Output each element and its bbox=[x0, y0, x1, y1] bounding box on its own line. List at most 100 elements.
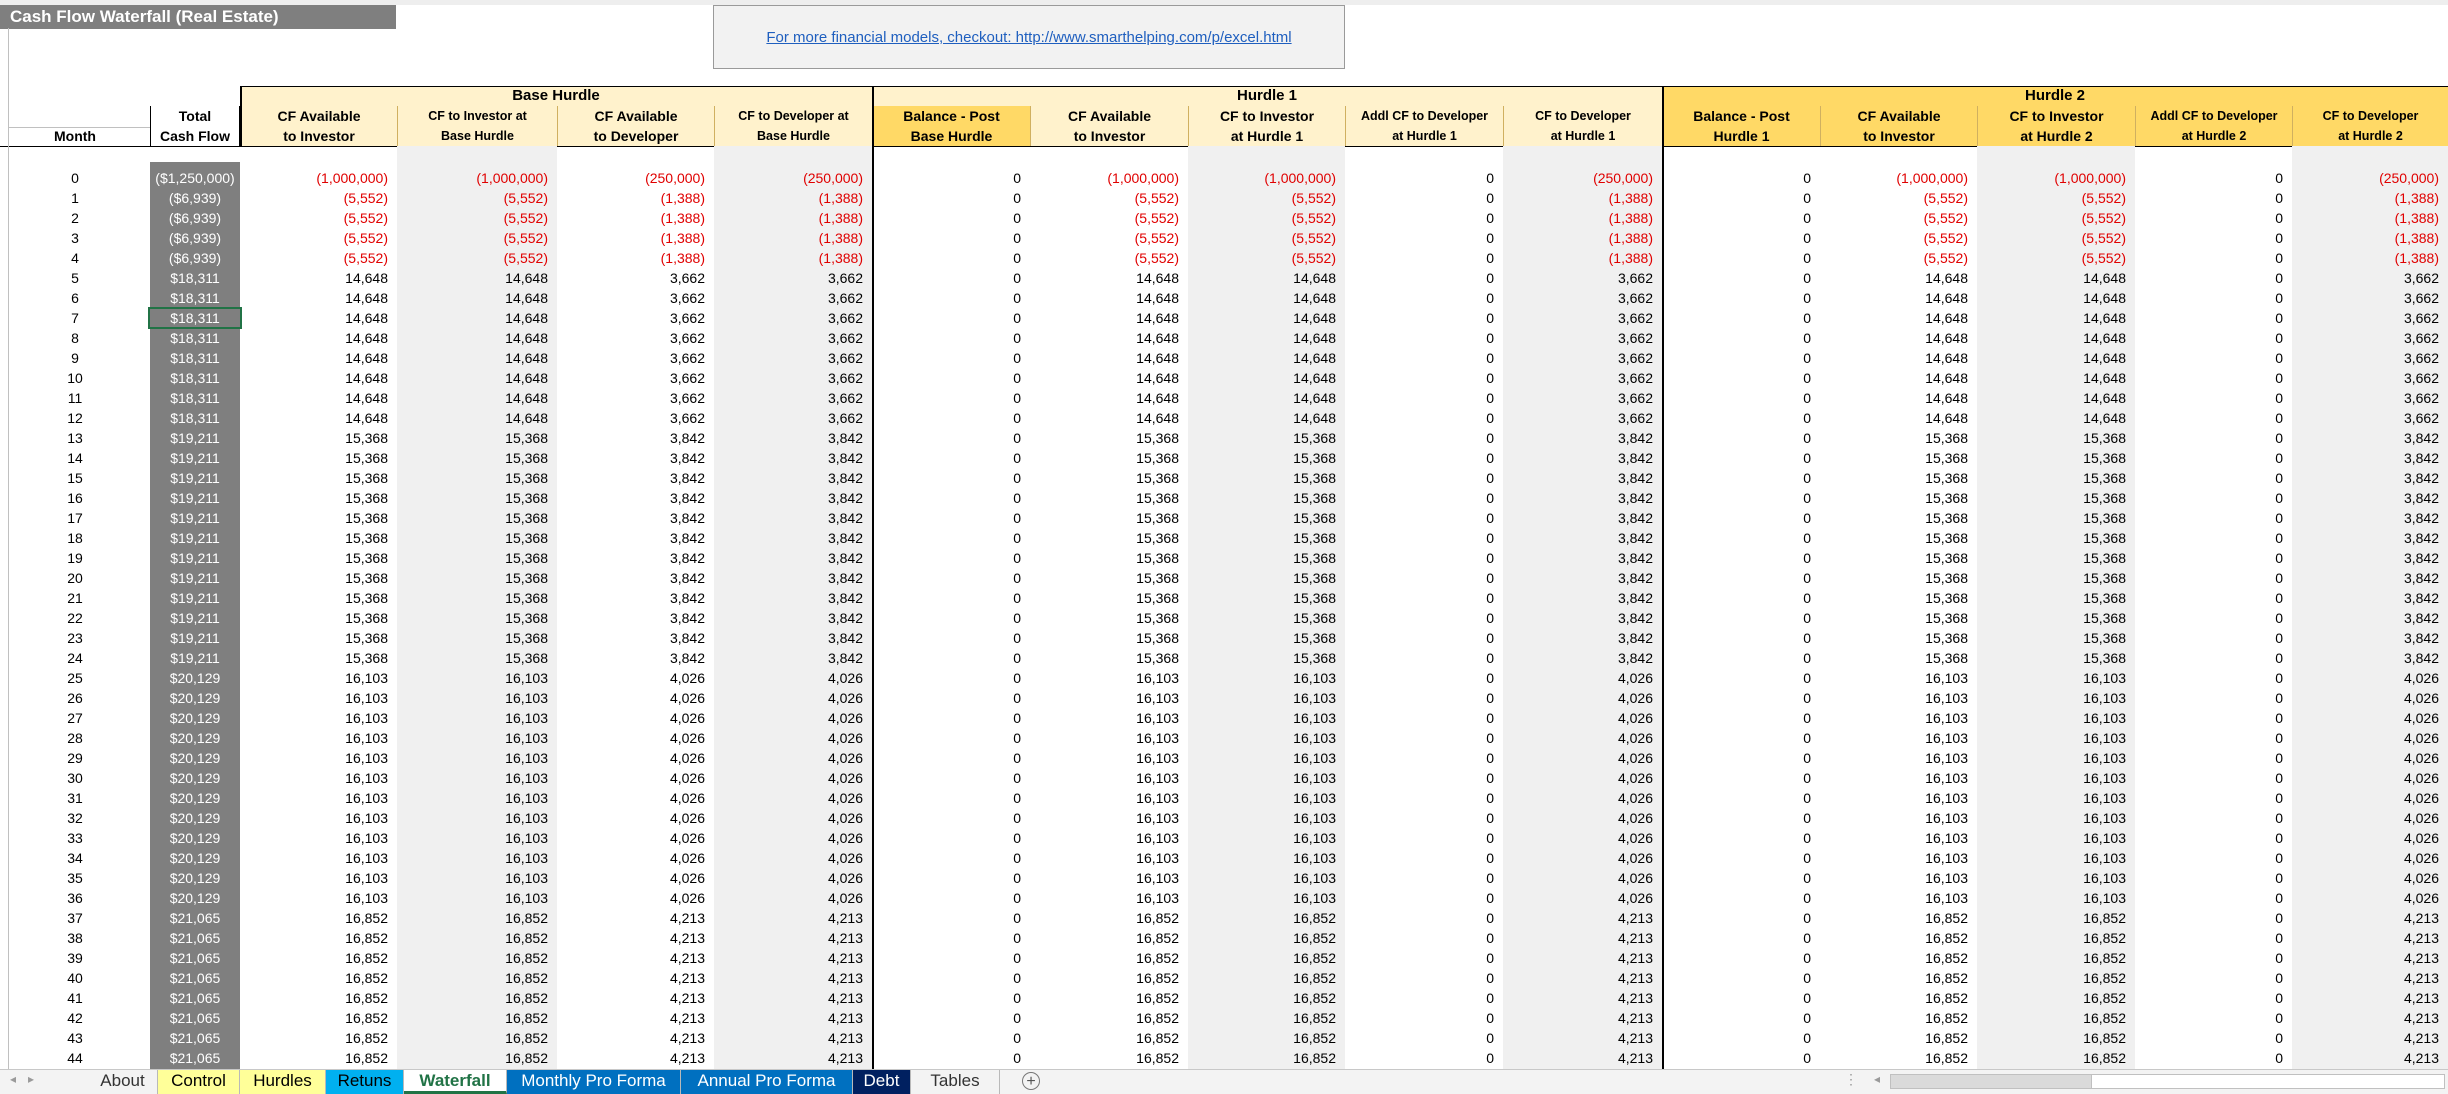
value-cell[interactable]: 16,852 bbox=[1030, 1048, 1182, 1068]
value-cell[interactable]: 4,026 bbox=[2292, 868, 2442, 888]
value-cell[interactable]: 15,368 bbox=[1977, 448, 2129, 468]
value-cell[interactable]: 3,842 bbox=[557, 628, 708, 648]
value-cell[interactable]: 0 bbox=[1662, 228, 1814, 248]
value-cell[interactable]: 15,368 bbox=[1820, 528, 1971, 548]
value-cell[interactable]: 4,026 bbox=[2292, 808, 2442, 828]
value-cell[interactable]: 15,368 bbox=[1977, 628, 2129, 648]
value-cell[interactable]: 0 bbox=[1345, 228, 1497, 248]
value-cell[interactable]: 16,103 bbox=[1820, 888, 1971, 908]
value-cell[interactable]: 3,662 bbox=[2292, 288, 2442, 308]
value-cell[interactable]: 16,103 bbox=[240, 688, 391, 708]
value-cell[interactable]: (1,388) bbox=[1503, 228, 1656, 248]
value-cell[interactable]: 0 bbox=[1662, 648, 1814, 668]
value-cell[interactable]: 0 bbox=[1662, 688, 1814, 708]
value-cell[interactable]: 15,368 bbox=[1188, 428, 1339, 448]
value-cell[interactable]: 0 bbox=[872, 788, 1024, 808]
value-cell[interactable]: 0 bbox=[2135, 748, 2286, 768]
value-cell[interactable]: 0 bbox=[1662, 868, 1814, 888]
value-cell[interactable]: 3,662 bbox=[714, 408, 866, 428]
value-cell[interactable]: 0 bbox=[1345, 588, 1497, 608]
value-cell[interactable]: 14,648 bbox=[1977, 308, 2129, 328]
value-cell[interactable]: 0 bbox=[2135, 808, 2286, 828]
value-cell[interactable]: 4,026 bbox=[1503, 768, 1656, 788]
month-cell[interactable]: 41 bbox=[0, 988, 150, 1008]
value-cell[interactable]: 0 bbox=[1662, 948, 1814, 968]
value-cell[interactable]: 0 bbox=[1345, 528, 1497, 548]
value-cell[interactable]: 16,103 bbox=[397, 888, 551, 908]
value-cell[interactable]: 16,852 bbox=[397, 968, 551, 988]
total-cash-flow-cell[interactable]: $20,129 bbox=[150, 688, 240, 708]
value-cell[interactable]: 15,368 bbox=[1030, 428, 1182, 448]
value-cell[interactable]: 3,662 bbox=[1503, 288, 1656, 308]
value-cell[interactable]: 4,213 bbox=[714, 948, 866, 968]
value-cell[interactable]: 0 bbox=[1662, 668, 1814, 688]
total-cash-flow-cell[interactable]: $18,311 bbox=[150, 268, 240, 288]
value-cell[interactable]: 4,026 bbox=[2292, 848, 2442, 868]
value-cell[interactable]: 4,213 bbox=[1503, 1048, 1656, 1068]
value-cell[interactable]: 0 bbox=[1662, 908, 1814, 928]
value-cell[interactable]: 14,648 bbox=[240, 288, 391, 308]
value-cell[interactable]: (1,000,000) bbox=[1977, 168, 2129, 188]
value-cell[interactable]: 4,026 bbox=[714, 768, 866, 788]
value-cell[interactable]: 16,852 bbox=[397, 948, 551, 968]
value-cell[interactable]: 15,368 bbox=[1188, 608, 1339, 628]
value-cell[interactable]: 16,103 bbox=[1030, 708, 1182, 728]
value-cell[interactable]: (5,552) bbox=[1030, 228, 1182, 248]
value-cell[interactable]: 15,368 bbox=[397, 528, 551, 548]
value-cell[interactable]: 3,842 bbox=[2292, 488, 2442, 508]
value-cell[interactable]: 0 bbox=[1345, 268, 1497, 288]
value-cell[interactable]: 0 bbox=[1662, 548, 1814, 568]
tab-about[interactable]: About bbox=[88, 1070, 158, 1094]
value-cell[interactable]: 0 bbox=[872, 308, 1024, 328]
total-cash-flow-cell[interactable]: $21,065 bbox=[150, 908, 240, 928]
more-options-icon[interactable]: ⋮ bbox=[1844, 1071, 1858, 1088]
value-cell[interactable]: 4,213 bbox=[557, 1008, 708, 1028]
value-cell[interactable]: 3,662 bbox=[2292, 328, 2442, 348]
value-cell[interactable]: 3,842 bbox=[1503, 648, 1656, 668]
value-cell[interactable]: 0 bbox=[872, 708, 1024, 728]
value-cell[interactable]: 0 bbox=[1345, 648, 1497, 668]
value-cell[interactable]: 16,852 bbox=[1030, 908, 1182, 928]
value-cell[interactable]: 16,852 bbox=[1820, 908, 1971, 928]
tab-control[interactable]: Control bbox=[158, 1070, 240, 1094]
value-cell[interactable]: 16,103 bbox=[1820, 708, 1971, 728]
value-cell[interactable]: 3,842 bbox=[2292, 568, 2442, 588]
value-cell[interactable]: 3,842 bbox=[1503, 468, 1656, 488]
value-cell[interactable]: 4,026 bbox=[2292, 788, 2442, 808]
value-cell[interactable]: 0 bbox=[1662, 208, 1814, 228]
value-cell[interactable]: 3,842 bbox=[714, 608, 866, 628]
value-cell[interactable]: 4,213 bbox=[2292, 1028, 2442, 1048]
month-cell[interactable]: 6 bbox=[0, 288, 150, 308]
value-cell[interactable]: (5,552) bbox=[1030, 208, 1182, 228]
month-cell[interactable]: 12 bbox=[0, 408, 150, 428]
value-cell[interactable]: 3,842 bbox=[1503, 568, 1656, 588]
value-cell[interactable]: 3,842 bbox=[1503, 528, 1656, 548]
value-cell[interactable]: (5,552) bbox=[1977, 228, 2129, 248]
value-cell[interactable]: (5,552) bbox=[240, 188, 391, 208]
value-cell[interactable]: 3,662 bbox=[2292, 408, 2442, 428]
value-cell[interactable]: 0 bbox=[1345, 428, 1497, 448]
value-cell[interactable]: 0 bbox=[1662, 468, 1814, 488]
value-cell[interactable]: 16,852 bbox=[1977, 908, 2129, 928]
value-cell[interactable]: 0 bbox=[1345, 948, 1497, 968]
value-cell[interactable]: (5,552) bbox=[1820, 208, 1971, 228]
value-cell[interactable]: 0 bbox=[1345, 288, 1497, 308]
month-cell[interactable]: 2 bbox=[0, 208, 150, 228]
value-cell[interactable]: 16,103 bbox=[1188, 728, 1339, 748]
value-cell[interactable]: 3,662 bbox=[2292, 388, 2442, 408]
month-cell[interactable]: 23 bbox=[0, 628, 150, 648]
value-cell[interactable]: 0 bbox=[2135, 888, 2286, 908]
value-cell[interactable]: 0 bbox=[872, 268, 1024, 288]
value-cell[interactable]: 4,213 bbox=[2292, 948, 2442, 968]
value-cell[interactable]: 3,842 bbox=[1503, 448, 1656, 468]
month-cell[interactable]: 1 bbox=[0, 188, 150, 208]
value-cell[interactable]: 4,026 bbox=[2292, 688, 2442, 708]
value-cell[interactable]: 15,368 bbox=[1188, 548, 1339, 568]
value-cell[interactable]: 15,368 bbox=[1820, 488, 1971, 508]
value-cell[interactable]: 0 bbox=[1662, 428, 1814, 448]
value-cell[interactable]: 0 bbox=[1345, 568, 1497, 588]
value-cell[interactable]: 0 bbox=[1345, 508, 1497, 528]
value-cell[interactable]: 4,213 bbox=[2292, 1008, 2442, 1028]
value-cell[interactable]: 0 bbox=[2135, 568, 2286, 588]
total-cash-flow-cell[interactable]: $19,211 bbox=[150, 608, 240, 628]
